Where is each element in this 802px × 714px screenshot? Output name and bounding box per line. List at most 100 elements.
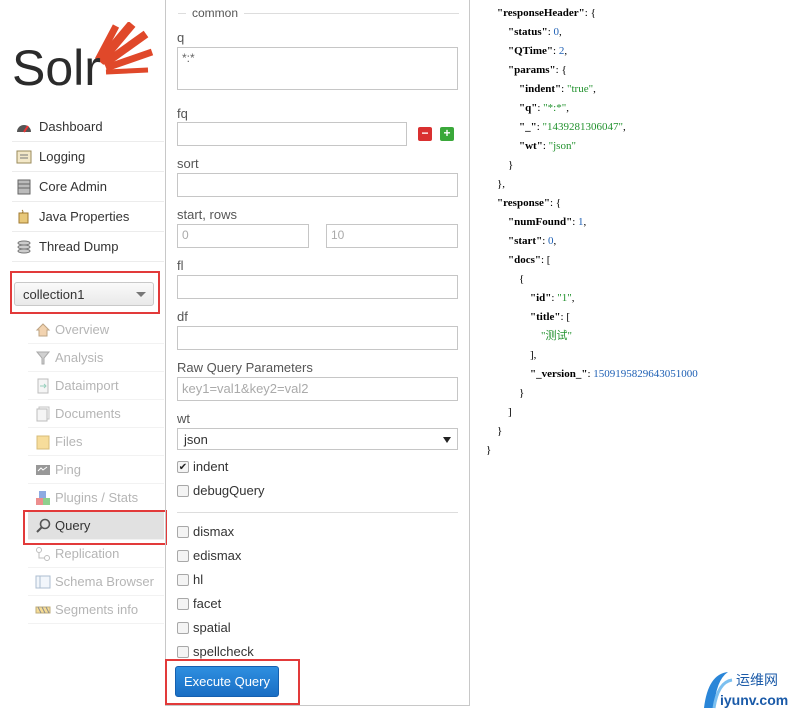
core-menu-item-ping[interactable]: Ping bbox=[28, 456, 164, 484]
dropdown-arrow-icon bbox=[443, 437, 451, 443]
wt-label: wt bbox=[177, 411, 190, 426]
json-string: "true" bbox=[566, 83, 594, 95]
core-menu-item-segments-info[interactable]: Segments info bbox=[28, 596, 164, 624]
sort-input[interactable] bbox=[177, 173, 458, 197]
rows-input[interactable]: 10 bbox=[326, 224, 458, 248]
json-string: "1" bbox=[557, 292, 572, 304]
debugquery-checkbox[interactable] bbox=[177, 485, 189, 497]
dismax-label: dismax bbox=[193, 524, 235, 539]
dismax-checkbox[interactable] bbox=[177, 526, 189, 538]
documents-icon bbox=[35, 406, 51, 422]
json-line: "QTime": 2, bbox=[508, 44, 567, 58]
json-string: "测试" bbox=[541, 330, 572, 342]
core-menu-item-label: Dataimport bbox=[55, 378, 119, 393]
execute-query-button[interactable]: Execute Query bbox=[175, 666, 279, 697]
menu-item-label: Dashboard bbox=[39, 119, 103, 134]
df-input[interactable] bbox=[177, 326, 458, 350]
replication-icon bbox=[35, 546, 51, 562]
menu-item-logging[interactable]: Logging bbox=[12, 142, 164, 172]
core-menu-item-files[interactable]: Files bbox=[28, 428, 164, 456]
json-line: "_": "1439281306047", bbox=[519, 120, 626, 134]
json-key: "indent" bbox=[519, 83, 562, 95]
json-string: "json" bbox=[548, 140, 576, 152]
home-icon bbox=[35, 322, 51, 338]
core-menu: Overview Analysis Dataimport Documents Files… bbox=[28, 316, 164, 624]
json-line: "indent": "true", bbox=[519, 82, 596, 96]
core-menu-item-analysis[interactable]: Analysis bbox=[28, 344, 164, 372]
spellcheck-checkbox[interactable] bbox=[177, 646, 189, 658]
json-key: "_version_" bbox=[530, 368, 588, 380]
json-key: "params" bbox=[508, 64, 556, 76]
ping-icon bbox=[35, 462, 51, 478]
q-textarea[interactable]: *:* bbox=[177, 47, 458, 90]
add-fq-button[interactable]: + bbox=[440, 127, 454, 141]
json-line: "start": 0, bbox=[508, 234, 556, 248]
fq-input[interactable] bbox=[177, 122, 407, 146]
json-line: } bbox=[486, 443, 491, 457]
json-punct: } bbox=[519, 387, 525, 399]
segments-icon bbox=[35, 602, 51, 618]
spellcheck-label: spellcheck bbox=[193, 644, 254, 659]
chevron-down-icon bbox=[136, 292, 146, 297]
facet-checkbox[interactable] bbox=[177, 598, 189, 610]
raw-params-input[interactable]: key1=val1&key2=val2 bbox=[177, 377, 458, 401]
json-punct: , bbox=[553, 235, 557, 247]
json-key: "numFound" bbox=[508, 216, 573, 228]
query-form: common q *:* fq − + sort start, rows 0 1… bbox=[165, 0, 470, 706]
json-key: "response" bbox=[497, 197, 550, 209]
core-menu-item-query[interactable]: Query bbox=[28, 512, 164, 540]
menu-item-thread-dump[interactable]: Thread Dump bbox=[12, 232, 164, 262]
df-label: df bbox=[177, 309, 188, 324]
hl-checkbox[interactable] bbox=[177, 574, 189, 586]
core-selector[interactable]: collection1 bbox=[14, 282, 154, 306]
json-punct: } bbox=[486, 444, 492, 456]
core-menu-item-plugins-stats[interactable]: Plugins / Stats bbox=[28, 484, 164, 512]
json-punct: , bbox=[564, 45, 568, 57]
core-menu-item-overview[interactable]: Overview bbox=[28, 316, 164, 344]
json-line: } bbox=[519, 386, 524, 400]
json-key: "q" bbox=[519, 102, 538, 114]
schema-icon bbox=[35, 574, 51, 590]
json-punct: : { bbox=[584, 7, 596, 19]
plugins-icon bbox=[35, 490, 51, 506]
json-punct: : [ bbox=[541, 254, 551, 266]
core-admin-icon bbox=[15, 179, 33, 195]
menu-item-label: Java Properties bbox=[39, 209, 130, 224]
core-menu-item-label: Ping bbox=[55, 462, 82, 477]
remove-fq-button[interactable]: − bbox=[418, 127, 432, 141]
json-punct: , bbox=[559, 26, 562, 38]
folder-icon bbox=[35, 434, 51, 450]
edismax-label: edismax bbox=[193, 548, 242, 563]
menu-item-dashboard[interactable]: Dashboard bbox=[12, 112, 164, 142]
dashboard-icon bbox=[15, 119, 33, 135]
start-input[interactable]: 0 bbox=[177, 224, 309, 248]
core-menu-item-dataimport[interactable]: Dataimport bbox=[28, 372, 164, 400]
hl-label: hl bbox=[193, 572, 204, 587]
core-menu-item-documents[interactable]: Documents bbox=[28, 400, 164, 428]
json-punct: : [ bbox=[560, 311, 571, 323]
fl-label: fl bbox=[177, 258, 184, 273]
menu-item-core-admin[interactable]: Core Admin bbox=[12, 172, 164, 202]
wt-select[interactable]: json bbox=[177, 428, 458, 450]
spatial-checkbox[interactable] bbox=[177, 622, 189, 634]
core-menu-item-label: Segments info bbox=[55, 602, 139, 617]
json-line: } bbox=[508, 158, 513, 172]
json-key: "status" bbox=[508, 26, 548, 38]
solr-logo[interactable]: Solr bbox=[12, 21, 162, 96]
core-menu-item-label: Documents bbox=[55, 406, 121, 421]
json-string: "*:*" bbox=[543, 102, 567, 114]
core-menu-item-replication[interactable]: Replication bbox=[28, 540, 164, 568]
json-line: { bbox=[519, 272, 524, 286]
json-line: } bbox=[497, 424, 502, 438]
edismax-checkbox[interactable] bbox=[177, 550, 189, 562]
menu-item-label: Core Admin bbox=[39, 179, 107, 194]
json-line: ] bbox=[508, 405, 512, 419]
menu-item-java-properties[interactable]: Java Properties bbox=[12, 202, 164, 232]
watermark-en: iyunv.com bbox=[720, 692, 789, 708]
fl-input[interactable] bbox=[177, 275, 458, 299]
json-line: "responseHeader": { bbox=[497, 6, 596, 20]
json-punct: : { bbox=[555, 64, 567, 76]
indent-checkbox[interactable]: ✔ bbox=[177, 461, 189, 473]
json-key: "title" bbox=[530, 311, 561, 323]
core-menu-item-schema-browser[interactable]: Schema Browser bbox=[28, 568, 164, 596]
